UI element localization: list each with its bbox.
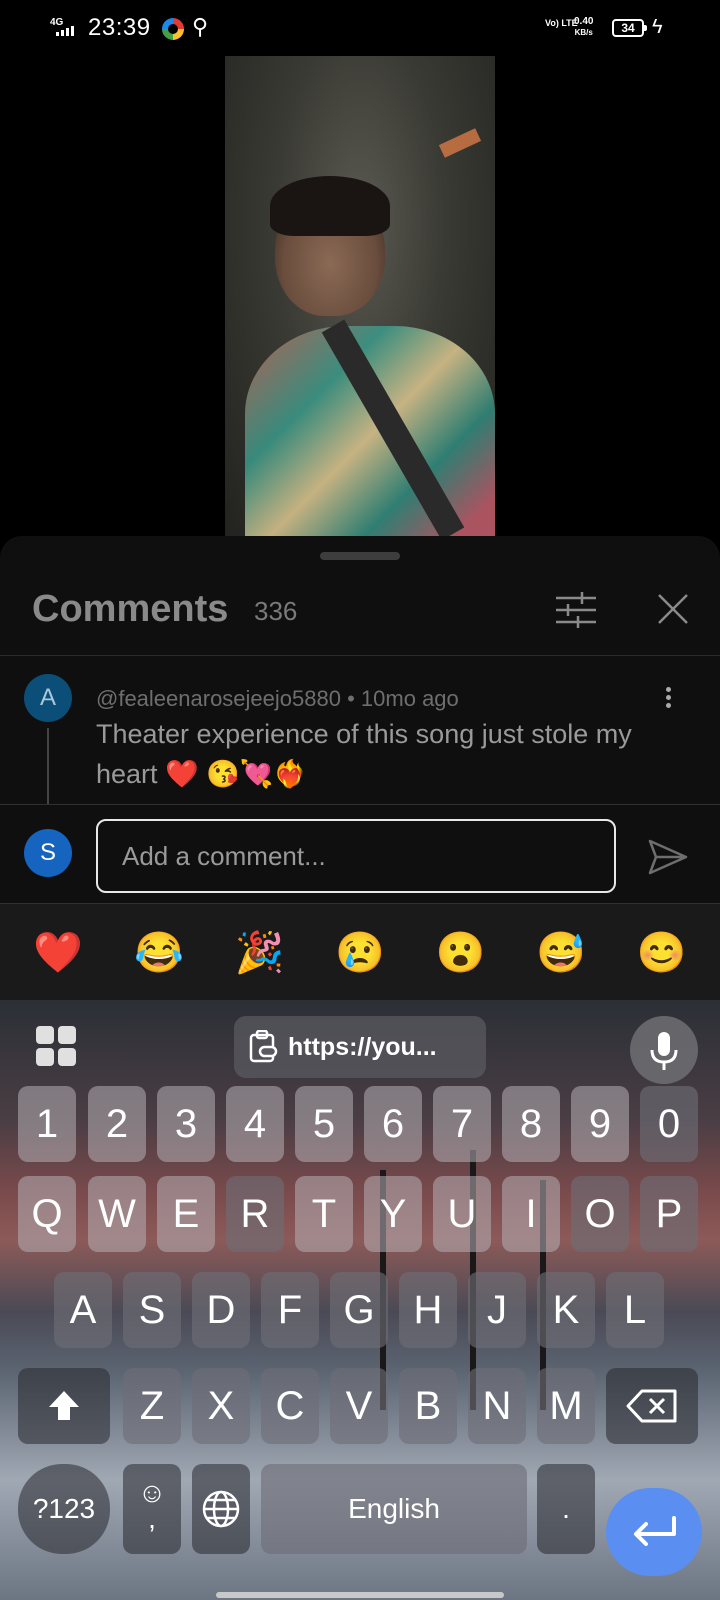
key-3[interactable]: 3	[157, 1086, 215, 1162]
key-h[interactable]: H	[399, 1272, 457, 1348]
comments-title: Comments	[32, 588, 229, 630]
key-4[interactable]: 4	[226, 1086, 284, 1162]
clipboard-suggestion[interactable]: https://you...	[234, 1016, 486, 1078]
apps-grid-icon[interactable]	[36, 1026, 76, 1066]
key-t[interactable]: T	[295, 1176, 353, 1252]
emoji-party[interactable]: 🎉	[219, 929, 299, 976]
emoji-heart[interactable]: ❤️	[18, 929, 98, 976]
clipboard-text: https://you...	[288, 1032, 437, 1061]
usb-icon: ⚲	[192, 14, 209, 39]
key-c[interactable]: C	[261, 1368, 319, 1444]
network-speed-value: 0.40	[574, 16, 594, 27]
network-speed: 0.40 KB/s	[574, 16, 593, 38]
backspace-key[interactable]	[606, 1368, 698, 1444]
key-o[interactable]: O	[571, 1176, 629, 1252]
status-time: 23:39	[88, 14, 151, 41]
thread-line	[47, 728, 49, 808]
meta-separator: •	[347, 686, 361, 711]
key-j[interactable]: J	[468, 1272, 526, 1348]
key-l[interactable]: L	[606, 1272, 664, 1348]
comment-meta: @fealeenarosejeejo5880 • 10mo ago	[96, 686, 459, 712]
key-0[interactable]: 0	[640, 1086, 698, 1162]
key-y[interactable]: Y	[364, 1176, 422, 1252]
key-x[interactable]: X	[192, 1368, 250, 1444]
battery-level: 34	[612, 19, 647, 37]
comments-count: 336	[254, 596, 298, 626]
comment-item[interactable]: A @fealeenarosejeejo5880 • 10mo ago Thea…	[0, 656, 720, 808]
key-q[interactable]: Q	[18, 1176, 76, 1252]
status-bar: 4G 23:39 ⚲ Vo) LTE 0.40 KB/s 34 ϟ	[0, 0, 720, 56]
key-e[interactable]: E	[157, 1176, 215, 1252]
key-p[interactable]: P	[640, 1176, 698, 1252]
key-5[interactable]: 5	[295, 1086, 353, 1162]
comment-age: 10mo ago	[360, 686, 459, 711]
drag-handle[interactable]	[320, 552, 400, 560]
key-r[interactable]: R	[226, 1176, 284, 1252]
charging-icon: ϟ	[652, 16, 663, 38]
emoji-crying[interactable]: 😢	[320, 929, 400, 976]
comment-composer: S	[0, 804, 720, 904]
key-s[interactable]: S	[123, 1272, 181, 1348]
key-v[interactable]: V	[330, 1368, 388, 1444]
key-n[interactable]: N	[468, 1368, 526, 1444]
language-key[interactable]	[192, 1464, 250, 1554]
emoji-key[interactable]: ☺ ,	[123, 1464, 181, 1554]
key-a[interactable]: A	[54, 1272, 112, 1348]
enter-key[interactable]	[606, 1488, 702, 1576]
key-g[interactable]: G	[330, 1272, 388, 1348]
signal-icon	[56, 26, 74, 36]
shift-icon	[49, 1391, 79, 1420]
comment-input[interactable]	[96, 819, 616, 893]
symbols-key[interactable]: ?123	[18, 1464, 110, 1554]
video-person-hair	[270, 176, 390, 236]
video-person-shirt	[245, 326, 495, 536]
key-8[interactable]: 8	[502, 1086, 560, 1162]
emoji-surprised[interactable]: 😮	[421, 929, 501, 976]
network-speed-unit: KB/s	[574, 28, 593, 37]
key-i[interactable]: I	[502, 1176, 560, 1252]
space-key[interactable]: English	[261, 1464, 527, 1554]
clipboard-link-icon	[249, 1030, 278, 1063]
keyboard-toolbar: https://you...	[0, 1000, 720, 1086]
key-7[interactable]: 7	[433, 1086, 491, 1162]
comment-text: Theater experience of this song just sto…	[96, 719, 632, 789]
backspace-icon	[626, 1389, 677, 1423]
key-u[interactable]: U	[433, 1176, 491, 1252]
comment-author[interactable]: @fealeenarosejeejo5880	[96, 686, 341, 711]
key-9[interactable]: 9	[571, 1086, 629, 1162]
more-options-icon[interactable]	[660, 684, 676, 720]
key-6[interactable]: 6	[364, 1086, 422, 1162]
filter-icon[interactable]	[556, 592, 596, 628]
comma-icon: ,	[148, 1503, 156, 1534]
avatar: S	[24, 829, 72, 877]
avatar[interactable]: A	[24, 674, 72, 722]
key-f[interactable]: F	[261, 1272, 319, 1348]
emoji-blush[interactable]: 😊	[622, 929, 702, 976]
key-m[interactable]: M	[537, 1368, 595, 1444]
key-1[interactable]: 1	[18, 1086, 76, 1162]
enter-icon	[634, 1516, 676, 1546]
period-key[interactable]: .	[537, 1464, 595, 1554]
globe-icon	[202, 1490, 240, 1528]
send-icon[interactable]	[648, 839, 688, 875]
gesture-nav-bar[interactable]	[216, 1592, 504, 1598]
key-w[interactable]: W	[88, 1176, 146, 1252]
key-b[interactable]: B	[399, 1368, 457, 1444]
shift-key[interactable]	[18, 1368, 110, 1444]
close-icon[interactable]	[656, 592, 690, 626]
video-background-light	[438, 128, 482, 158]
volte-indicator: Vo) LTE	[545, 18, 578, 28]
keyboard: https://you... 1 2 3 4 5 6 7 8 9 0 Q W E…	[0, 1000, 720, 1600]
microphone-icon[interactable]	[630, 1016, 698, 1084]
app-notification-icon	[162, 18, 184, 40]
key-2[interactable]: 2	[88, 1086, 146, 1162]
key-d[interactable]: D	[192, 1272, 250, 1348]
video-player[interactable]	[225, 56, 495, 536]
emoji-sweat-smile[interactable]: 😅	[521, 929, 601, 976]
quick-emoji-row: ❤️ 😂 🎉 😢 😮 😅 😊	[0, 904, 720, 1000]
key-z[interactable]: Z	[123, 1368, 181, 1444]
key-k[interactable]: K	[537, 1272, 595, 1348]
emoji-laughing[interactable]: 😂	[119, 929, 199, 976]
